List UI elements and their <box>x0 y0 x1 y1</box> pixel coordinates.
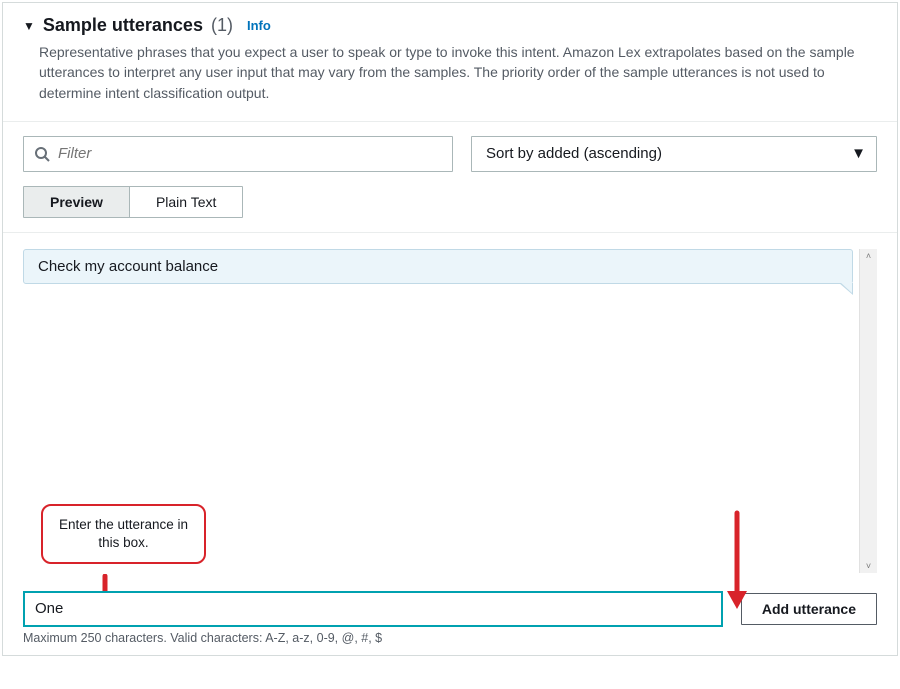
sort-label: Sort by added (ascending) <box>486 145 662 162</box>
scroll-down-icon[interactable]: ˅ <box>866 561 871 571</box>
scroll-up-icon[interactable]: ˄ <box>866 251 871 261</box>
utterance-entry-row: Add utterance <box>3 583 897 631</box>
search-icon <box>34 146 50 162</box>
sort-dropdown[interactable]: Sort by added (ascending) ▼ <box>471 136 877 172</box>
utterance-list: Check my account balance Enter the utter… <box>23 249 859 573</box>
panel-header: ▼ Sample utterances (1) Info Representat… <box>3 3 897 122</box>
utterance-count: (1) <box>211 15 233 36</box>
plaintext-toggle[interactable]: Plain Text <box>129 187 242 217</box>
utterance-preview-area: Check my account balance Enter the utter… <box>3 233 897 583</box>
caret-down-icon: ▼ <box>851 145 866 162</box>
info-link[interactable]: Info <box>247 18 271 33</box>
collapse-caret-icon[interactable]: ▼ <box>23 19 35 33</box>
utterance-input[interactable] <box>23 591 723 627</box>
utterance-bubble[interactable]: Check my account balance <box>23 249 853 284</box>
add-utterance-button[interactable]: Add utterance <box>741 593 877 625</box>
view-toggle-group: Preview Plain Text <box>23 186 243 218</box>
annotation-arrow-right-icon <box>721 509 753 611</box>
preview-scrollbar[interactable]: ˄ ˅ <box>859 249 877 573</box>
filter-input[interactable] <box>58 145 442 162</box>
callout-text: Enter the utterance in this box. <box>41 504 206 564</box>
panel-title: Sample utterances <box>43 15 203 36</box>
utterance-text: Check my account balance <box>38 258 218 275</box>
filter-box[interactable] <box>23 136 453 172</box>
controls-section: Sort by added (ascending) ▼ Preview Plai… <box>3 122 897 233</box>
preview-toggle[interactable]: Preview <box>24 187 129 217</box>
panel-description: Representative phrases that you expect a… <box>23 42 877 103</box>
input-hint-text: Maximum 250 characters. Valid characters… <box>3 631 897 655</box>
annotation-callout: Enter the utterance in this box. <box>41 504 206 564</box>
sample-utterances-panel: ▼ Sample utterances (1) Info Representat… <box>2 2 898 656</box>
